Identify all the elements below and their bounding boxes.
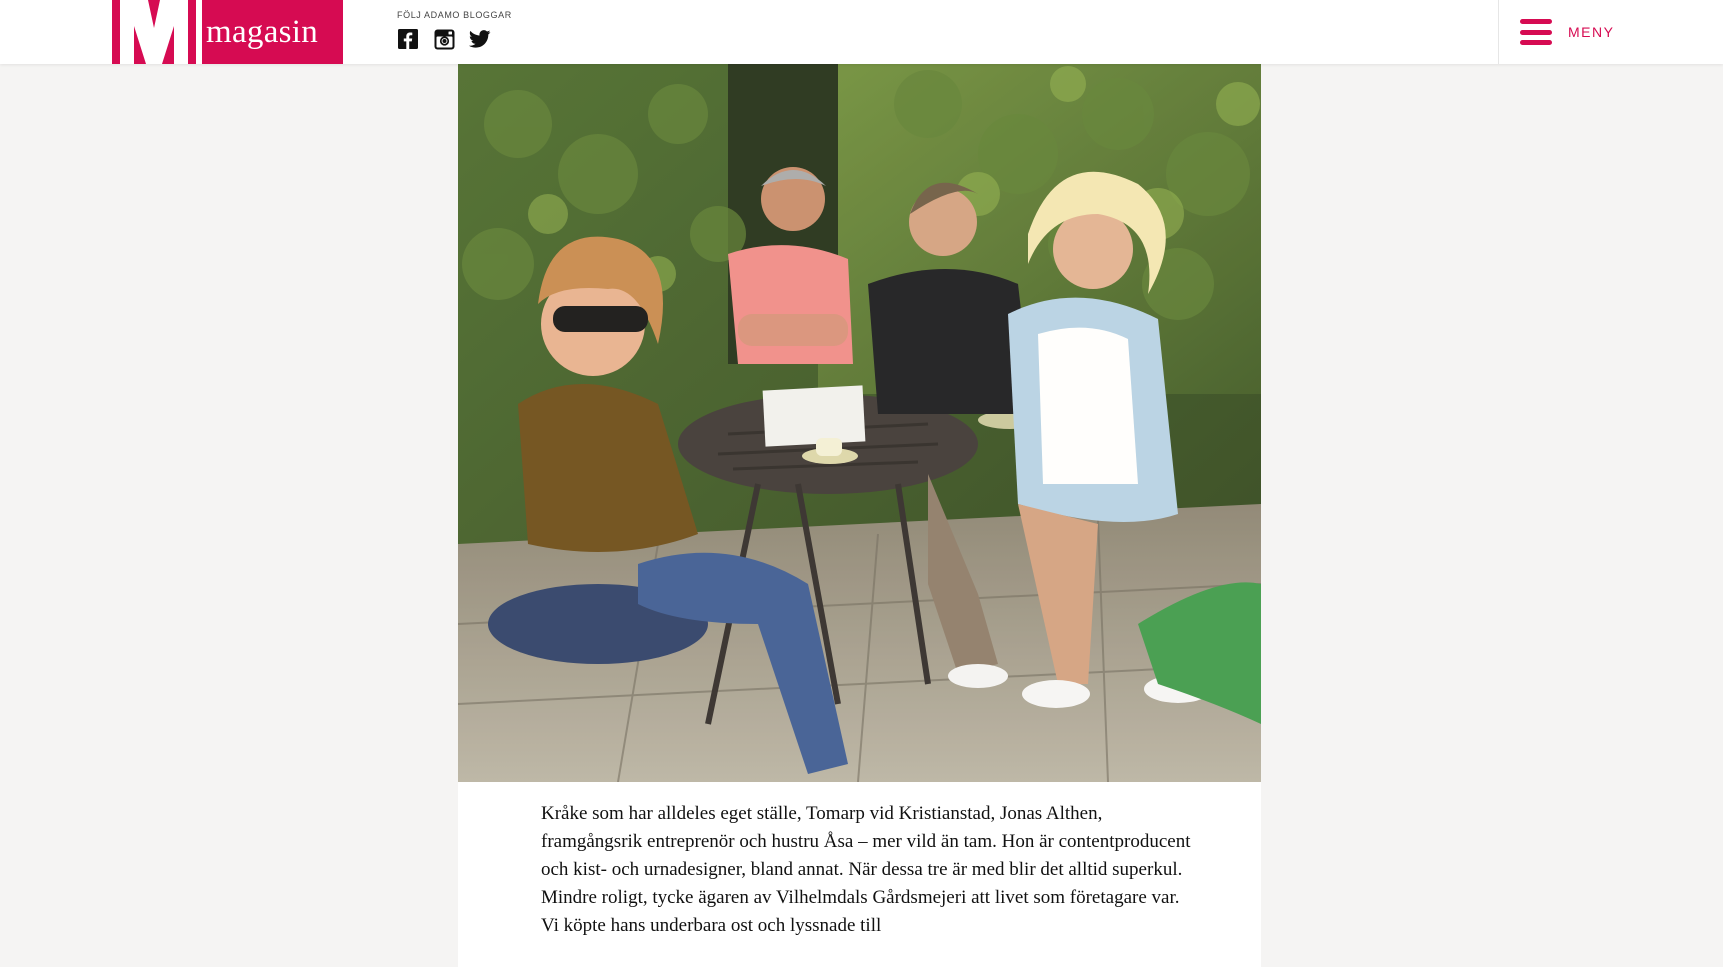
- follow-label: FÖLJ ADAMO BLOGGAR: [397, 10, 512, 20]
- garden-cafe-photo: [458, 64, 1261, 782]
- logo-divider: [196, 0, 202, 64]
- instagram-icon: [434, 29, 454, 49]
- menu-divider: [1498, 0, 1499, 64]
- menu-button[interactable]: MENY: [1520, 18, 1614, 46]
- m-logo-icon: [120, 0, 188, 64]
- twitter-link[interactable]: [468, 28, 492, 50]
- facebook-link[interactable]: [397, 28, 419, 50]
- article: Kråke som har alldeles eget ställe, Toma…: [458, 64, 1261, 967]
- site-header: magasin FÖLJ ADAMO BLOGGAR MENY: [0, 0, 1723, 64]
- instagram-link[interactable]: [433, 28, 455, 50]
- logo-text: magasin: [206, 14, 319, 50]
- magasin-logo[interactable]: magasin: [112, 0, 343, 64]
- article-paragraph: Mindre roligt, tycke ägaren av Vilhelmda…: [541, 887, 1180, 936]
- article-paragraph: Kråke som har alldeles eget ställe, Toma…: [541, 803, 1191, 880]
- article-photo: [458, 64, 1261, 782]
- facebook-icon: [398, 29, 418, 49]
- article-body: Kråke som har alldeles eget ställe, Toma…: [541, 800, 1191, 940]
- menu-label: MENY: [1568, 24, 1615, 40]
- hamburger-icon: [1520, 19, 1552, 45]
- twitter-icon: [469, 30, 491, 48]
